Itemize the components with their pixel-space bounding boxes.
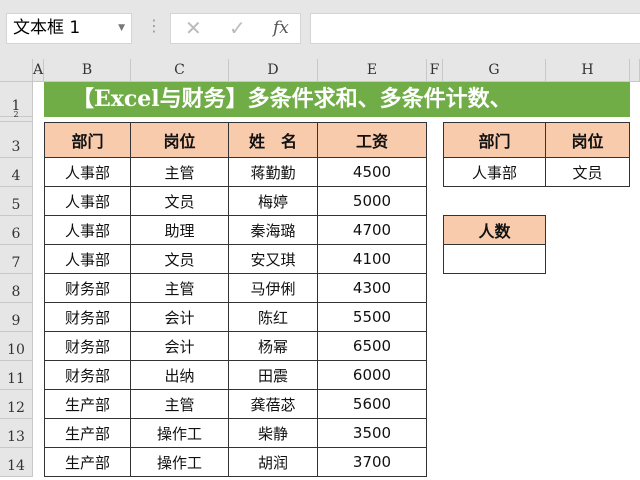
table-header[interactable]: 岗位 [131, 122, 229, 158]
count-value[interactable] [443, 245, 546, 274]
table-cell[interactable]: 4700 [318, 216, 427, 245]
column-header-E[interactable]: E [318, 59, 427, 82]
criteria-value[interactable]: 人事部 [443, 158, 546, 187]
row-header-14[interactable]: 14 [0, 448, 33, 477]
row-header-8[interactable]: 8 [0, 274, 33, 303]
row-header-5[interactable]: 5 [0, 187, 33, 216]
table-cell[interactable]: 6000 [318, 361, 427, 390]
cancel-icon[interactable]: ✕ [185, 14, 202, 43]
table-cell[interactable]: 田震 [229, 361, 318, 390]
table-cell[interactable]: 4300 [318, 274, 427, 303]
row-header-9[interactable]: 9 [0, 303, 33, 332]
table-cell[interactable]: 5500 [318, 303, 427, 332]
table-cell[interactable]: 生产部 [44, 390, 131, 419]
table-cell[interactable]: 出纳 [131, 361, 229, 390]
table-cell[interactable]: 梅婷 [229, 187, 318, 216]
name-box[interactable]: 文本框 1 ▼ [6, 13, 132, 44]
table-cell[interactable]: 生产部 [44, 419, 131, 448]
table-cell[interactable]: 胡润 [229, 448, 318, 477]
column-header-A[interactable]: A [33, 59, 44, 82]
table-cell[interactable]: 主管 [131, 158, 229, 187]
table-cell[interactable]: 3500 [318, 419, 427, 448]
title-banner: 【Excel与财务】多条件求和、多条件计数、 [44, 82, 630, 117]
select-all-corner[interactable] [0, 59, 33, 82]
table-cell[interactable]: 财务部 [44, 332, 131, 361]
table-cell[interactable]: 操作工 [131, 448, 229, 477]
table-cell[interactable]: 秦海璐 [229, 216, 318, 245]
table-cell[interactable]: 主管 [131, 390, 229, 419]
column-header-D[interactable]: D [229, 59, 318, 82]
table-cell[interactable]: 人事部 [44, 216, 131, 245]
table-header[interactable]: 部门 [44, 122, 131, 158]
table-cell[interactable]: 3700 [318, 448, 427, 477]
table-cell[interactable]: 杨幂 [229, 332, 318, 361]
chevron-down-icon[interactable]: ▼ [118, 14, 125, 43]
formula-buttons: ✕ ✓ fx [170, 13, 301, 44]
table-cell[interactable]: 文员 [131, 187, 229, 216]
table-header[interactable]: 姓 名 [229, 122, 318, 158]
table-cell[interactable]: 财务部 [44, 303, 131, 332]
table-cell[interactable]: 文员 [131, 245, 229, 274]
criteria-header[interactable]: 岗位 [546, 122, 630, 158]
table-cell[interactable]: 会计 [131, 303, 229, 332]
row-header-13[interactable]: 13 [0, 419, 33, 448]
table-cell[interactable]: 6500 [318, 332, 427, 361]
row-header-3[interactable]: 3 [0, 122, 33, 158]
row-header-7[interactable]: 7 [0, 245, 33, 274]
row-header-10[interactable]: 10 [0, 332, 33, 361]
table-header[interactable]: 工资 [318, 122, 427, 158]
table-cell[interactable]: 生产部 [44, 448, 131, 477]
table-cell[interactable]: 4500 [318, 158, 427, 187]
column-header-G[interactable]: G [443, 59, 546, 82]
table-cell[interactable]: 会计 [131, 332, 229, 361]
table-cell[interactable]: 人事部 [44, 245, 131, 274]
table-cell[interactable]: 操作工 [131, 419, 229, 448]
table-cell[interactable]: 人事部 [44, 187, 131, 216]
table-cell[interactable]: 5600 [318, 390, 427, 419]
count-label[interactable]: 人数 [443, 215, 546, 245]
column-header-B[interactable]: B [44, 59, 131, 82]
spreadsheet-grid[interactable]: ABCDEFGH1234567891011121314【Excel与财务】多条件… [0, 59, 640, 480]
table-cell[interactable]: 蒋勤勤 [229, 158, 318, 187]
table-cell[interactable]: 柴静 [229, 419, 318, 448]
table-cell[interactable]: 财务部 [44, 361, 131, 390]
table-cell[interactable]: 4100 [318, 245, 427, 274]
table-cell[interactable]: 马伊俐 [229, 274, 318, 303]
column-header-C[interactable]: C [131, 59, 229, 82]
row-header-12[interactable]: 12 [0, 390, 33, 419]
table-cell[interactable]: 5000 [318, 187, 427, 216]
column-header-F[interactable]: F [427, 59, 443, 82]
table-cell[interactable]: 主管 [131, 274, 229, 303]
formula-input[interactable] [310, 13, 640, 44]
table-cell[interactable]: 助理 [131, 216, 229, 245]
name-box-value: 文本框 1 [13, 18, 81, 38]
column-header-H[interactable]: H [546, 59, 630, 82]
insert-function-icon[interactable]: fx [273, 14, 289, 43]
criteria-header[interactable]: 部门 [443, 122, 546, 158]
row-header-6[interactable]: 6 [0, 216, 33, 245]
table-cell[interactable]: 人事部 [44, 158, 131, 187]
criteria-value[interactable]: 文员 [546, 158, 630, 187]
column-header-partial[interactable] [630, 59, 640, 82]
row-header-4[interactable]: 4 [0, 158, 33, 187]
table-cell[interactable]: 陈红 [229, 303, 318, 332]
table-cell[interactable]: 安又琪 [229, 245, 318, 274]
table-cell[interactable]: 财务部 [44, 274, 131, 303]
enter-icon[interactable]: ✓ [229, 14, 246, 43]
drag-handle-icon[interactable]: ⋮ [146, 16, 162, 35]
row-header-11[interactable]: 11 [0, 361, 33, 390]
table-cell[interactable]: 龚蓓苾 [229, 390, 318, 419]
